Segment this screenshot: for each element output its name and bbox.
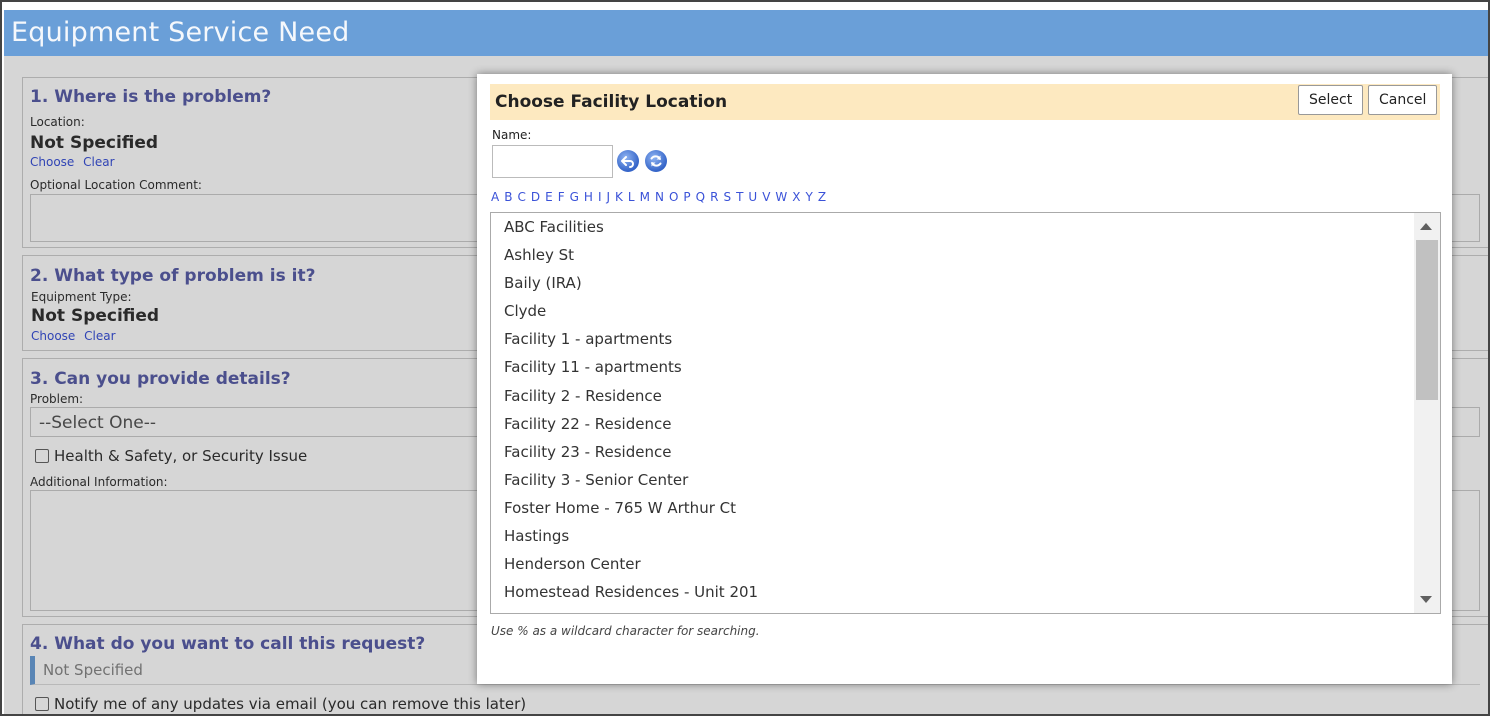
facility-list-item[interactable]: Facility 23 - Residence	[491, 438, 1413, 466]
alphabet-letter-n[interactable]: N	[655, 190, 664, 204]
alphabet-letter-d[interactable]: D	[531, 190, 540, 204]
cancel-button[interactable]: Cancel	[1368, 85, 1438, 115]
facility-list-item[interactable]: Ashley St	[491, 241, 1413, 269]
page-title: Equipment Service Need	[11, 17, 350, 48]
alphabet-letter-w[interactable]: W	[775, 190, 787, 204]
alphabet-letter-b[interactable]: B	[504, 190, 512, 204]
dialog-header: Choose Facility Location Select Cancel	[490, 84, 1440, 120]
facility-list-item[interactable]: Homestead Residences - Unit 201	[491, 578, 1413, 606]
facility-list-item[interactable]: ABC Facilities	[491, 213, 1413, 241]
select-button[interactable]: Select	[1298, 85, 1364, 115]
facility-list: ABC Facilities Ashley St Baily (IRA) Clyde F…	[491, 213, 1413, 606]
facility-list-item[interactable]: Facility 3 - Senior Center	[491, 466, 1413, 494]
alphabet-letter-h[interactable]: H	[584, 190, 593, 204]
facility-list-item[interactable]: Facility 2 - Residence	[491, 382, 1413, 410]
alphabet-letter-v[interactable]: V	[762, 190, 770, 204]
undo-arrow-glyph	[621, 156, 634, 168]
alphabet-letter-q[interactable]: Q	[696, 190, 705, 204]
alphabet-letter-z[interactable]: Z	[818, 190, 826, 204]
scroll-up-arrow-icon[interactable]	[1420, 223, 1432, 230]
app-window: Equipment Service Need 1. Where is the p…	[0, 0, 1490, 716]
facility-list-item[interactable]: Facility 22 - Residence	[491, 410, 1413, 438]
refresh-icon[interactable]	[645, 150, 667, 172]
alphabet-letter-k[interactable]: K	[615, 190, 623, 204]
alphabet-letter-m[interactable]: M	[640, 190, 650, 204]
facility-list-item[interactable]: Baily (IRA)	[491, 269, 1413, 297]
facility-listbox[interactable]: ABC Facilities Ashley St Baily (IRA) Clyde F…	[490, 212, 1441, 614]
facility-list-scrollbar[interactable]	[1414, 213, 1440, 613]
alphabet-letter-g[interactable]: G	[570, 190, 579, 204]
choose-facility-dialog: Choose Facility Location Select Cancel N…	[477, 74, 1452, 684]
scroll-thumb[interactable]	[1416, 240, 1438, 400]
alphabet-letter-f[interactable]: F	[558, 190, 565, 204]
alphabet-letter-y[interactable]: Y	[806, 190, 813, 204]
facility-list-item[interactable]: Hastings	[491, 522, 1413, 550]
facility-list-item[interactable]: Foster Home - 765 W Arthur Ct	[491, 494, 1413, 522]
alphabet-letter-c[interactable]: C	[517, 190, 525, 204]
name-filter-input[interactable]	[492, 145, 613, 178]
alphabet-filter: ABCDEFGHIJKLMNOPQRSTUVWXYZ	[491, 190, 831, 204]
alphabet-letter-l[interactable]: L	[628, 190, 635, 204]
alphabet-letter-t[interactable]: T	[736, 190, 743, 204]
alphabet-letter-e[interactable]: E	[545, 190, 553, 204]
alphabet-letter-s[interactable]: S	[723, 190, 731, 204]
refresh-glyph	[650, 155, 662, 167]
alphabet-letter-i[interactable]: I	[598, 190, 602, 204]
scroll-down-arrow-icon[interactable]	[1420, 596, 1432, 603]
alphabet-letter-x[interactable]: X	[792, 190, 800, 204]
alphabet-letter-u[interactable]: U	[748, 190, 757, 204]
facility-list-item[interactable]: Facility 1 - apartments	[491, 325, 1413, 353]
alphabet-letter-j[interactable]: J	[606, 190, 610, 204]
alphabet-letter-r[interactable]: R	[710, 190, 718, 204]
name-filter-label: Name:	[492, 128, 532, 142]
page-header: Equipment Service Need	[4, 10, 1488, 56]
wildcard-hint: Use % as a wildcard character for search…	[491, 624, 760, 638]
alphabet-letter-o[interactable]: O	[669, 190, 678, 204]
facility-list-item[interactable]: Clyde	[491, 297, 1413, 325]
alphabet-letter-a[interactable]: A	[491, 190, 499, 204]
undo-arrow-icon[interactable]	[617, 150, 639, 172]
alphabet-letter-p[interactable]: P	[683, 190, 690, 204]
facility-list-item[interactable]: Henderson Center	[491, 550, 1413, 578]
facility-list-item[interactable]: Facility 11 - apartments	[491, 353, 1413, 381]
